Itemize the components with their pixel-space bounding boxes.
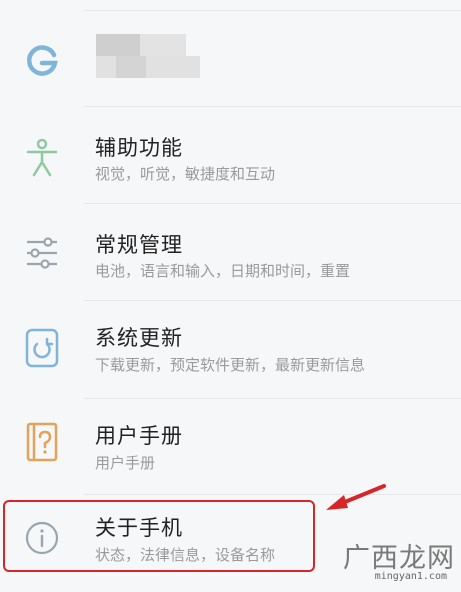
- watermark: 广西龙网 mingyan1.com: [305, 536, 455, 582]
- divider: [84, 494, 461, 495]
- annotation-arrow: [326, 484, 386, 510]
- google-g-icon: [20, 38, 64, 82]
- item-subtitle: 电池，语言和输入，日期和时间，重置: [95, 262, 351, 280]
- item-subtitle: 视觉，听觉，敏捷度和互动: [95, 165, 276, 183]
- watermark-text: 广西龙网: [343, 543, 455, 574]
- item-title: 系统更新: [95, 326, 183, 350]
- sliders-icon: [20, 231, 64, 275]
- highlight-box: [3, 500, 315, 572]
- help-book-icon: [20, 420, 64, 464]
- accessibility-icon: [20, 136, 64, 180]
- item-title: 辅助功能: [95, 136, 183, 160]
- divider: [84, 398, 461, 399]
- divider: [84, 10, 461, 11]
- item-title: 用户手册: [95, 424, 183, 448]
- settings-item-update[interactable]: 系统更新 下载更新，预定软件更新，最新更新信息: [0, 302, 461, 398]
- watermark-url: mingyan1.com: [374, 571, 447, 582]
- settings-item-general[interactable]: 常规管理 电池，语言和输入，日期和时间，重置: [0, 205, 461, 301]
- item-subtitle: 用户手册: [95, 454, 156, 472]
- item-subtitle: 下载更新，预定软件更新，最新更新信息: [95, 356, 366, 374]
- divider: [84, 300, 461, 301]
- refresh-icon: [20, 326, 64, 370]
- settings-item-google[interactable]: [0, 12, 461, 108]
- divider: [84, 106, 461, 107]
- settings-item-accessibility[interactable]: 辅助功能 视觉，听觉，敏捷度和互动: [0, 108, 461, 204]
- item-title: 常规管理: [95, 233, 183, 257]
- divider: [84, 203, 461, 204]
